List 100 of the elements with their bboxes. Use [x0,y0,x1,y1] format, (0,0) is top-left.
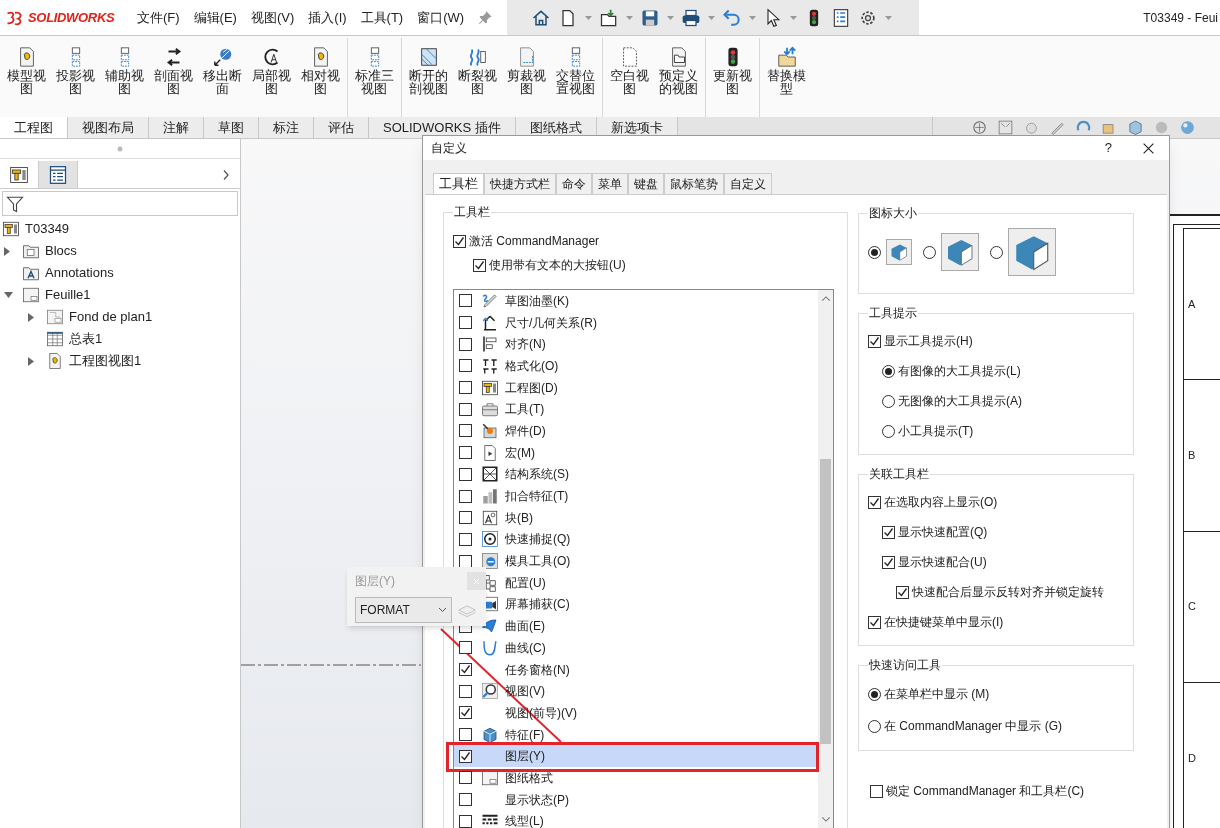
checkbox[interactable] [453,234,466,248]
checkbox[interactable] [459,359,472,373]
checkbox[interactable] [473,258,486,272]
list-item[interactable]: 宏(M) [454,441,818,464]
tool-button[interactable]: 交替位置视图 [555,69,596,95]
menu-item[interactable]: 窗口(W) [410,7,472,28]
checkbox[interactable] [868,334,881,348]
tree-item[interactable]: Annotations [45,263,114,283]
list-item[interactable]: 图层(Y) [454,745,818,768]
list-item[interactable]: 尺寸/几何关系(R) [454,311,818,334]
checkbox[interactable] [459,381,472,395]
tab[interactable]: 快捷方式栏 [484,173,556,194]
list-item[interactable]: 工程图(D) [454,376,818,399]
list-item[interactable]: 对齐(N) [454,333,818,356]
checkbox[interactable] [459,294,472,308]
checkbox[interactable] [459,684,472,698]
checkbox[interactable] [896,585,909,599]
tool-button[interactable]: 替换模型 [766,69,807,95]
cube-icon[interactable] [941,233,979,271]
tab[interactable]: 注解 [149,117,204,138]
tool-button[interactable]: 模型视图 [6,69,47,95]
radio-button[interactable] [882,394,895,408]
scrollbar-thumb[interactable] [820,459,831,744]
close-icon[interactable] [1142,141,1155,155]
checkbox[interactable] [459,814,472,828]
tab[interactable]: 评估 [314,117,369,138]
chevron-down-icon[interactable] [820,814,831,824]
radio-button[interactable] [923,245,936,259]
tool-button[interactable]: 断裂视图 [457,69,498,95]
panel-tab[interactable] [39,161,78,188]
tab[interactable]: 视图布局 [68,117,149,138]
checkbox[interactable] [459,467,472,481]
tool-button[interactable]: 断开的剖视图 [408,69,449,95]
checkbox[interactable] [459,554,472,568]
radio-button[interactable] [868,245,881,259]
filter-field[interactable] [2,191,238,216]
checkbox[interactable] [459,706,472,720]
chevron-up-icon[interactable] [820,294,831,304]
list-item[interactable]: 块(B) [454,506,818,529]
collapse-arrow-icon[interactable] [4,292,13,298]
radio-button[interactable] [882,364,895,378]
tab[interactable]: 自定义 [724,173,772,194]
checkbox[interactable] [459,793,472,807]
tab[interactable]: 鼠标笔势 [664,173,724,194]
checkbox[interactable] [459,532,472,546]
list-item[interactable]: 格式化(O) [454,355,818,377]
checkbox[interactable] [459,771,472,785]
tool-button[interactable]: 剖面视图 [153,69,194,95]
checkbox[interactable] [882,525,895,539]
list-item[interactable]: 任务窗格(N) [454,658,818,681]
tool-button[interactable]: 局部视图 [251,69,292,95]
tab[interactable]: 键盘 [628,173,664,194]
printer-icon[interactable] [681,7,702,28]
radio-button[interactable] [882,424,895,438]
tab[interactable]: 草图 [204,117,259,138]
checkbox[interactable] [459,641,472,655]
list-item[interactable]: 工具(T) [454,398,818,421]
tool-button[interactable]: 投影视图 [55,69,96,95]
checkbox[interactable] [459,424,472,438]
menu-item[interactable]: 视图(V) [243,7,302,28]
menu-item[interactable]: 编辑(E) [186,7,244,28]
checkbox[interactable] [459,663,472,677]
tool-button[interactable]: 辅助视图 [104,69,145,95]
cube-icon[interactable] [886,239,912,265]
help-button[interactable]: ? [1096,138,1120,158]
checkbox[interactable] [459,446,472,460]
tab[interactable]: 工具栏 [433,173,484,194]
checkbox[interactable] [459,489,472,503]
list-item[interactable]: 结构系统(S) [454,463,818,486]
checkbox[interactable] [459,337,472,351]
tree-item[interactable]: Fond de plan1 [69,307,153,327]
tool-button[interactable]: 相对视图 [300,69,341,95]
checkbox[interactable] [882,555,895,569]
tree-item[interactable]: 工程图视图1 [69,351,142,371]
radio-button[interactable] [990,245,1003,259]
tree-item[interactable]: 总表1 [69,329,103,349]
undo-icon[interactable] [722,7,743,28]
list-item[interactable]: 线型(L) [454,810,818,828]
checkbox[interactable] [459,749,472,763]
tab[interactable]: 工程图 [0,117,68,138]
tree-item[interactable]: Feuille1 [45,285,91,305]
tree-item[interactable]: Blocs [45,241,77,261]
radio-button[interactable] [868,719,881,733]
list-item[interactable]: 草图油墨(K) [454,290,818,312]
cube-icon[interactable] [1008,228,1056,276]
tool-button[interactable]: 更新视图 [712,69,753,95]
checkbox[interactable] [459,316,472,330]
tab[interactable]: 命令 [556,173,592,194]
menu-item[interactable]: 插入(I) [301,7,354,28]
list-item[interactable]: 特征(F) [454,723,818,746]
list-item[interactable]: 焊件(D) [454,420,818,442]
list-item[interactable]: 曲线(C) [454,637,818,659]
tool-button[interactable]: 预定义的视图 [658,69,699,95]
tab[interactable]: 标注 [259,117,314,138]
checkbox[interactable] [459,402,472,416]
checkbox[interactable] [870,784,883,798]
list-item[interactable]: 扣合特征(T) [454,485,818,507]
expand-arrow-icon[interactable] [4,246,10,256]
view-tool-icon[interactable] [971,119,988,136]
menu-item[interactable]: 文件(F) [130,7,187,28]
